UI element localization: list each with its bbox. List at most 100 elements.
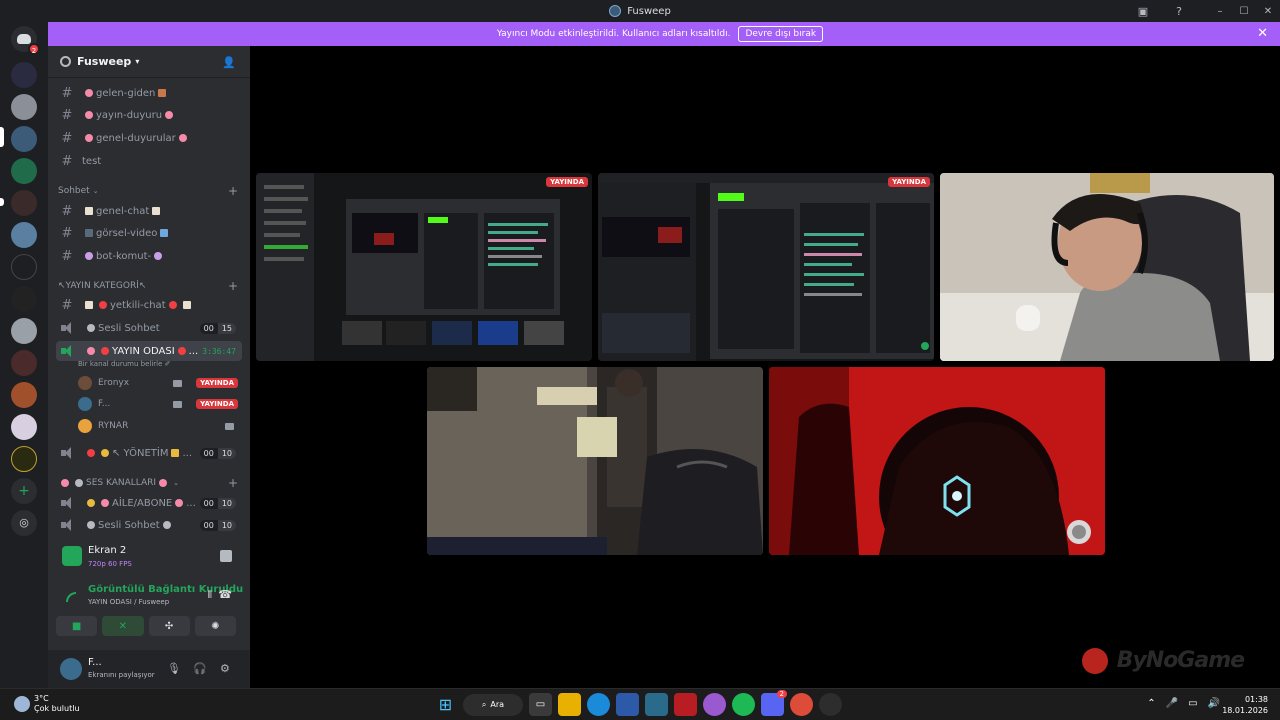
signal-icon[interactable] bbox=[66, 592, 76, 602]
server-header[interactable]: Fusweep ▾ 👤 bbox=[48, 46, 250, 78]
server-icon-fusweep[interactable] bbox=[11, 126, 37, 152]
headphones-icon[interactable]: 🎧 bbox=[193, 662, 207, 675]
direct-messages-button[interactable]: 2 bbox=[11, 26, 40, 55]
settings-gear-icon[interactable]: ⚙ bbox=[220, 662, 230, 675]
server-icon-8[interactable] bbox=[11, 286, 37, 312]
windows-start-icon[interactable]: ⊞ bbox=[434, 693, 457, 716]
task-view-icon[interactable]: ▭ bbox=[529, 693, 552, 716]
create-channel-icon[interactable]: + bbox=[228, 476, 238, 490]
text-channel-icon: # bbox=[61, 248, 73, 264]
stream-tile-2[interactable]: YAYINDA bbox=[598, 173, 934, 361]
minimize-button[interactable]: – bbox=[1208, 6, 1232, 17]
channel-label: AİLE/ABONE bbox=[112, 497, 173, 509]
user-name: RYNAR bbox=[98, 421, 129, 431]
connection-location[interactable]: YAYIN ODASI / Fusweep bbox=[88, 598, 169, 606]
copilot-icon[interactable] bbox=[703, 693, 726, 716]
channel-label: ↖ YÖNETİM bbox=[112, 447, 169, 459]
help-icon[interactable]: ? bbox=[1172, 5, 1186, 18]
taskbar-clock[interactable]: 01:38 18.01.2026 bbox=[1222, 694, 1268, 716]
weather-widget[interactable]: 3°C Çok bulutlu bbox=[14, 694, 80, 714]
voice-user-rynar[interactable]: RYNAR bbox=[78, 416, 242, 436]
server-icon-13[interactable] bbox=[11, 446, 37, 472]
window-title: Fusweep bbox=[609, 5, 671, 17]
app-icon[interactable] bbox=[645, 693, 668, 716]
create-channel-icon[interactable]: + bbox=[228, 184, 238, 198]
soundboard-button[interactable]: ✺ bbox=[194, 616, 236, 636]
create-channel-icon[interactable]: + bbox=[228, 279, 238, 293]
speaker-icon bbox=[101, 499, 109, 507]
voice-user-f[interactable]: F... YAYINDA bbox=[78, 394, 242, 414]
camera-icon bbox=[87, 347, 95, 355]
webcam-tile-1[interactable] bbox=[940, 173, 1274, 361]
server-icon-eronyx[interactable] bbox=[11, 158, 37, 184]
file-explorer-icon[interactable] bbox=[558, 693, 581, 716]
speaker-icon bbox=[60, 497, 76, 509]
speech-bubble-icon bbox=[87, 324, 95, 332]
inbox-icon[interactable]: ▣ bbox=[1136, 5, 1150, 18]
channel-test[interactable]: # test bbox=[56, 151, 242, 171]
camera-button[interactable]: ■ bbox=[56, 616, 98, 636]
server-icon-1[interactable] bbox=[11, 62, 37, 88]
server-icon-10[interactable] bbox=[11, 350, 37, 376]
disable-streamer-mode-button[interactable]: Devre dışı bırak bbox=[738, 26, 824, 42]
server-icon-5[interactable] bbox=[11, 190, 37, 216]
speech-bubble-icon bbox=[162, 521, 171, 529]
server-icon-9[interactable] bbox=[11, 318, 37, 344]
server-icon-7[interactable] bbox=[11, 254, 37, 280]
network-icon[interactable]: ▭ bbox=[1188, 698, 1197, 709]
voice-channel-sesli-sohbet-2[interactable]: Sesli Sohbet 00 10 bbox=[56, 515, 242, 535]
category-sohbet[interactable]: Sohbet ⌄ + bbox=[58, 184, 242, 198]
chrome-icon[interactable] bbox=[790, 693, 813, 716]
server-icon-12[interactable] bbox=[11, 414, 37, 440]
voice-channel-aile-abone[interactable]: AİLE/ABONE ... 00 10 bbox=[56, 493, 242, 513]
microphone-icon[interactable]: 🎤 bbox=[1166, 698, 1178, 709]
explore-servers-button[interactable]: ◎ bbox=[11, 510, 37, 536]
obs-icon[interactable] bbox=[819, 693, 842, 716]
server-icon-2[interactable] bbox=[11, 94, 37, 120]
voice-channel-sesli-sohbet[interactable]: Sesli Sohbet 00 15 bbox=[56, 318, 242, 338]
share-screen-button[interactable]: ✕ bbox=[102, 616, 144, 636]
spotify-icon[interactable] bbox=[732, 693, 755, 716]
stop-stream-icon[interactable] bbox=[220, 550, 232, 562]
user-name[interactable]: F... bbox=[88, 657, 102, 668]
category-ses-kanallari[interactable]: SES KANALLARI ⌄ + bbox=[58, 476, 242, 490]
channel-gelen-giden[interactable]: # gelen-giden bbox=[56, 83, 242, 103]
channel-status-prompt[interactable]: Bir kanal durumu belirle ✐ bbox=[78, 360, 171, 368]
category-yayin[interactable]: ↖YAYIN KATEGORİ↖ + bbox=[58, 279, 242, 293]
volume-icon[interactable]: 🔊 bbox=[1208, 698, 1220, 709]
chevron-up-icon[interactable]: ⌃ bbox=[1147, 698, 1155, 709]
channel-yetkili-chat[interactable]: # yetkili-chat bbox=[56, 295, 242, 315]
channel-yayin-duyuru[interactable]: # yayın-duyuru bbox=[56, 105, 242, 125]
voice-channel-yonetim[interactable]: ↖ YÖNETİM ... 00 10 bbox=[56, 443, 242, 463]
disconnect-icon[interactable]: ☎ bbox=[218, 588, 232, 601]
discord-taskbar-icon[interactable]: 2 bbox=[761, 690, 787, 716]
memo-icon bbox=[85, 301, 93, 309]
edge-icon[interactable] bbox=[587, 693, 610, 716]
channel-genel-chat[interactable]: # genel-chat bbox=[56, 201, 242, 221]
store-icon[interactable] bbox=[616, 693, 639, 716]
server-icon-11[interactable] bbox=[11, 382, 37, 408]
video-stage: YAYINDA YAYINDA ByNoGame bbox=[250, 46, 1280, 688]
maximize-button[interactable]: ☐ bbox=[1232, 6, 1256, 17]
taskbar-search[interactable]: ⌕ Ara bbox=[463, 693, 523, 716]
server-icon-6[interactable] bbox=[11, 222, 37, 248]
microphone-icon[interactable]: 🎙 bbox=[167, 662, 181, 675]
voice-channel-yayin-odasi[interactable]: YAYIN ODASI ... 3:36:47 bbox=[56, 341, 242, 361]
stream-tile-1[interactable]: YAYINDA bbox=[256, 173, 592, 361]
invite-people-icon[interactable]: 👤 bbox=[222, 56, 236, 69]
webcam-tile-2[interactable] bbox=[427, 367, 763, 555]
channel-gorsel-video[interactable]: # görsel-video bbox=[56, 223, 242, 243]
close-window-button[interactable]: ✕ bbox=[1256, 6, 1280, 17]
channel-bot-komut[interactable]: # bot-komut- bbox=[56, 246, 242, 266]
search-icon: ⌕ bbox=[481, 699, 487, 709]
add-server-button[interactable]: + bbox=[11, 478, 37, 504]
voice-user-eronyx[interactable]: Eronyx YAYINDA bbox=[78, 373, 242, 393]
user-avatar[interactable] bbox=[60, 658, 82, 680]
activities-button[interactable]: ✣ bbox=[148, 616, 190, 636]
netflix-icon[interactable] bbox=[674, 693, 697, 716]
webcam-tile-3[interactable] bbox=[769, 367, 1105, 555]
channel-label: gelen-giden bbox=[96, 87, 156, 99]
channel-genel-duyurular[interactable]: # genel-duyurular bbox=[56, 128, 242, 148]
noise-suppression-icon[interactable]: ⦀ bbox=[208, 590, 212, 601]
close-banner-icon[interactable]: ✕ bbox=[1257, 26, 1268, 41]
